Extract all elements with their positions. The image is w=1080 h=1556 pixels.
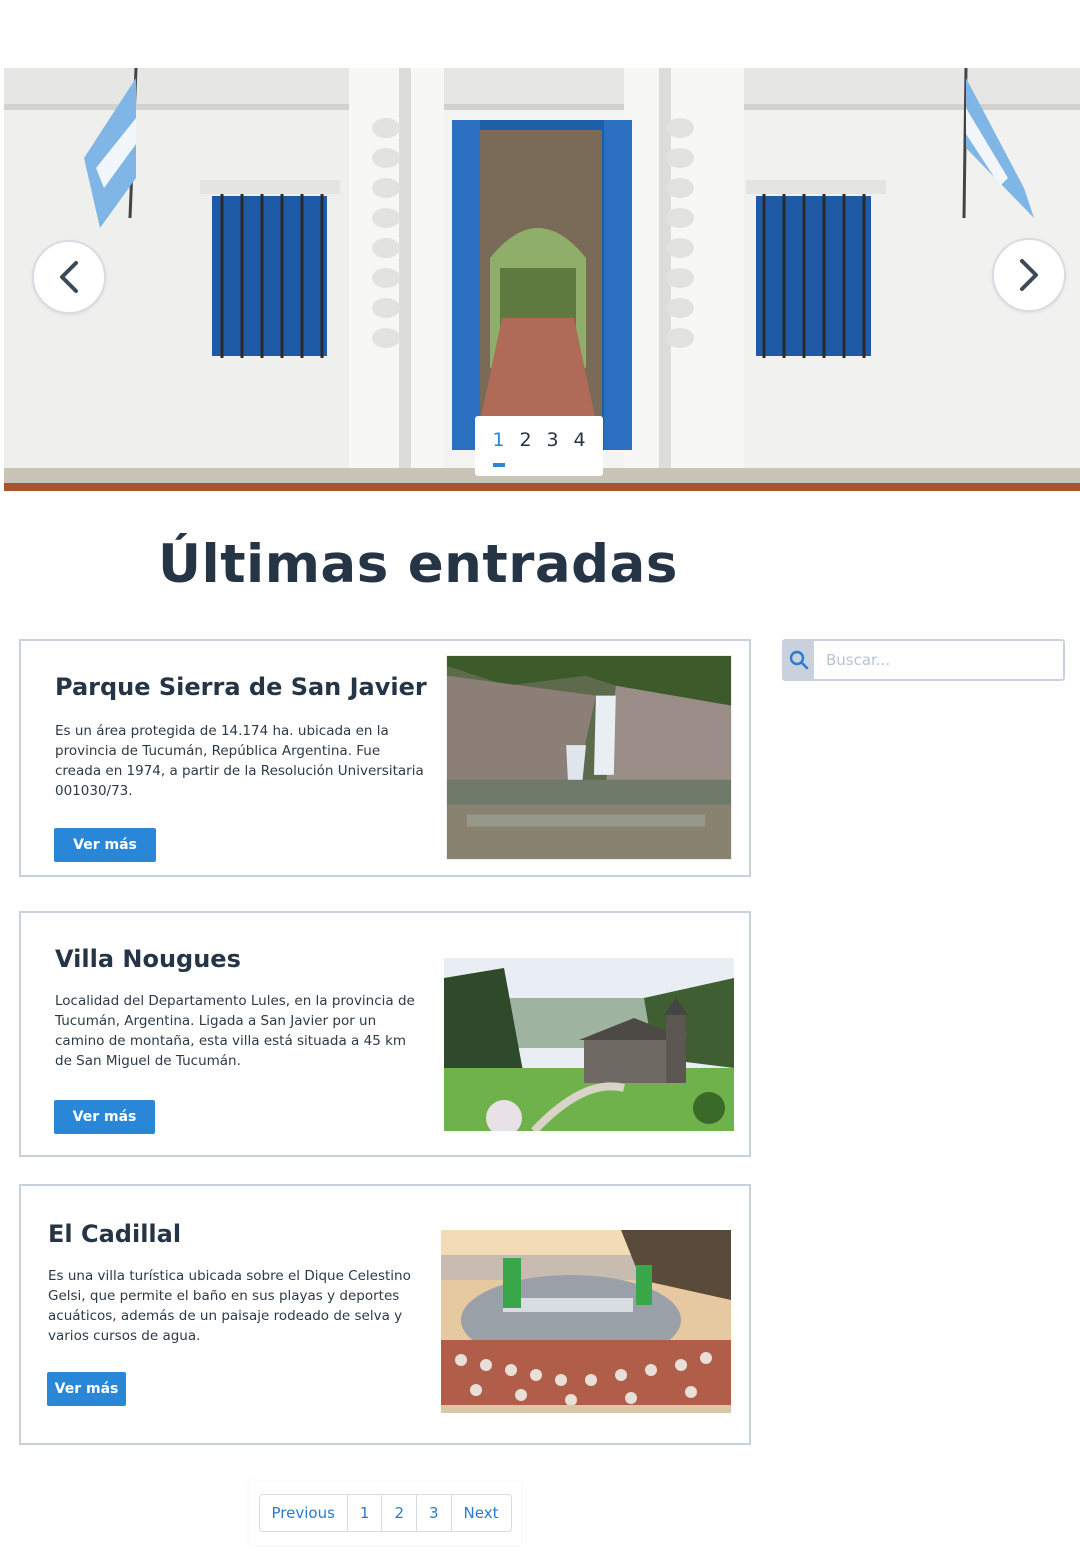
pagination-previous[interactable]: Previous (260, 1495, 347, 1531)
chevron-right-icon (1020, 259, 1038, 291)
search-icon-container[interactable] (784, 641, 814, 679)
post-title[interactable]: Parque Sierra de San Javier (55, 673, 427, 701)
pagination: Previous 1 2 3 Next (258, 1494, 512, 1532)
post-card: El Cadillal Es una villa turística ubica… (19, 1184, 751, 1445)
carousel-indicator-1[interactable]: 1 (487, 426, 511, 467)
pagination-container: Previous 1 2 3 Next (249, 1481, 521, 1545)
carousel-indicator-2[interactable]: 2 (514, 426, 538, 454)
read-more-button[interactable]: Ver más (54, 1100, 155, 1134)
pagination-page-3[interactable]: 3 (416, 1495, 451, 1531)
post-image[interactable] (444, 958, 734, 1131)
read-more-button[interactable]: Ver más (47, 1372, 126, 1406)
hero-carousel: 1 2 3 4 (4, 68, 1080, 491)
post-excerpt: Es un área protegida de 14.174 ha. ubica… (55, 723, 424, 799)
chevron-left-icon (60, 261, 78, 293)
post-image[interactable] (441, 1230, 731, 1413)
carousel-prev-button[interactable] (32, 240, 106, 314)
carousel-next-button[interactable] (992, 238, 1066, 312)
carousel-indicator-3[interactable]: 3 (541, 426, 565, 454)
post-title[interactable]: Villa Nougues (55, 945, 241, 973)
post-image[interactable] (446, 655, 732, 860)
pagination-page-2[interactable]: 2 (381, 1495, 416, 1531)
post-excerpt: Es una villa turística ubicada sobre el … (48, 1268, 411, 1344)
page-title: Últimas entradas (158, 534, 678, 595)
pagination-page-1[interactable]: 1 (346, 1495, 382, 1531)
post-card: Villa Nougues Localidad del Departamento… (19, 911, 751, 1157)
search-input[interactable] (814, 641, 1063, 679)
search-icon (789, 650, 809, 670)
post-excerpt: Localidad del Departamento Lules, en la … (55, 993, 415, 1069)
carousel-indicator-4[interactable]: 4 (568, 426, 592, 454)
carousel-indicators: 1 2 3 4 (475, 416, 603, 476)
post-title[interactable]: El Cadillal (48, 1220, 181, 1248)
search-box (782, 639, 1065, 681)
post-card: Parque Sierra de San Javier Es un área p… (19, 639, 751, 877)
read-more-button[interactable]: Ver más (54, 828, 156, 862)
pagination-next[interactable]: Next (450, 1495, 511, 1531)
